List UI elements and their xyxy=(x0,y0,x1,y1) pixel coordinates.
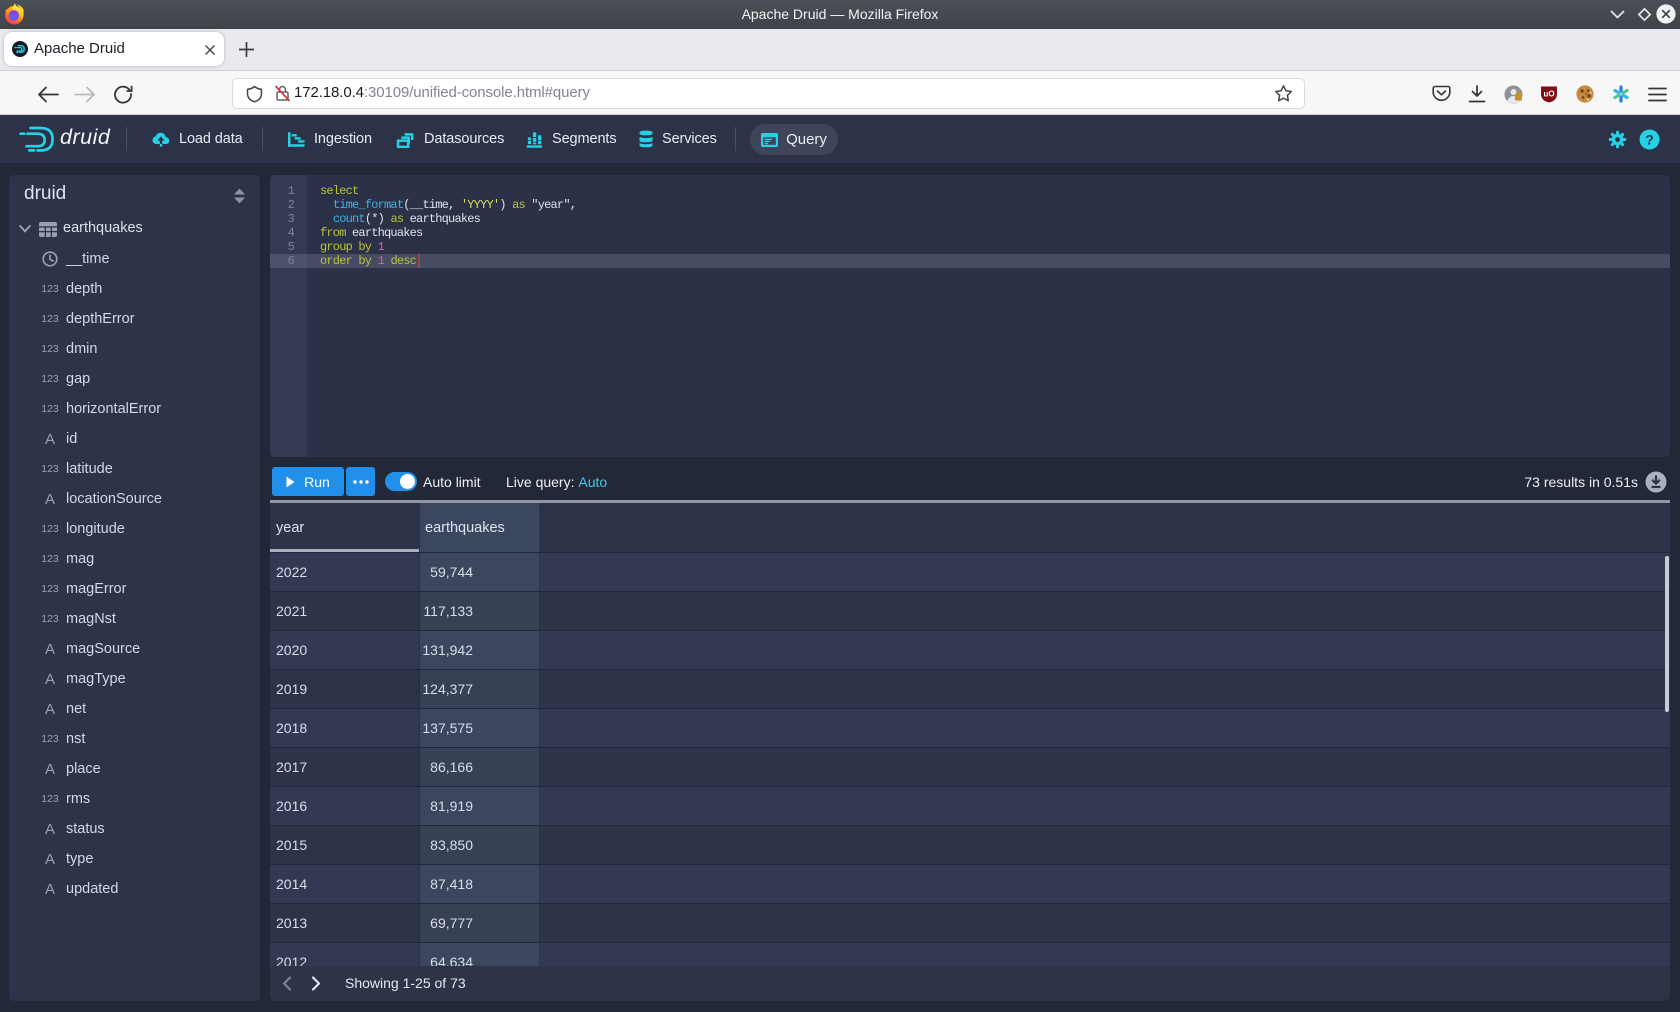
svg-text:?: ? xyxy=(1645,132,1654,148)
svg-text:uO: uO xyxy=(1543,90,1554,99)
